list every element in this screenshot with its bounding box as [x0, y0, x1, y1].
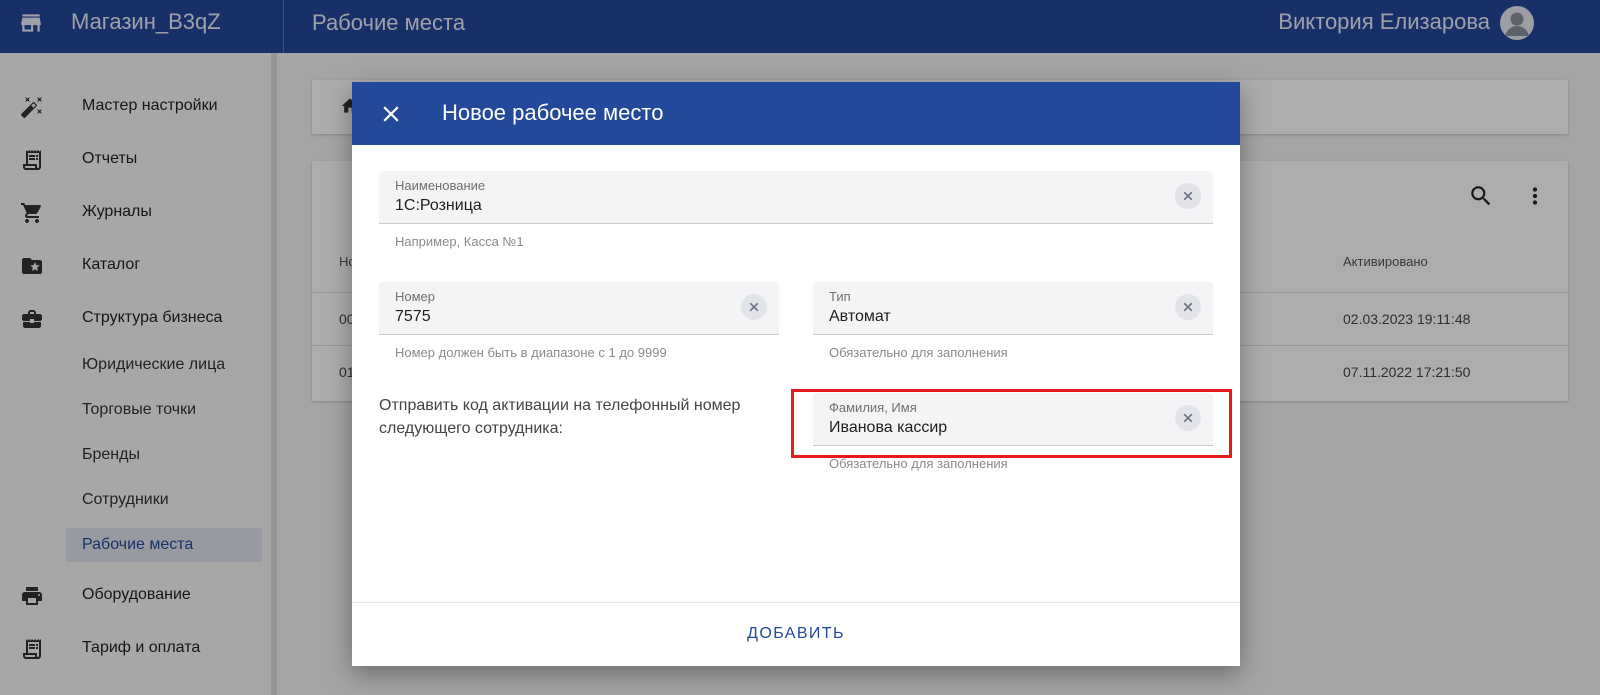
- clear-icon: [1183, 191, 1193, 201]
- type-field[interactable]: Тип: [813, 282, 1213, 335]
- type-field-hint: Обязательно для заполнения: [829, 345, 1008, 360]
- add-button[interactable]: ДОБАВИТЬ: [724, 625, 868, 649]
- type-input[interactable]: [829, 308, 1149, 326]
- new-workplace-dialog: Новое рабочее место Наименование Наприме…: [352, 82, 1240, 666]
- name-field-hint: Например, Касса №1: [395, 234, 524, 249]
- clear-name-button[interactable]: [1175, 183, 1201, 209]
- name-field-label: Наименование: [395, 178, 486, 193]
- dialog-title: Новое рабочее место: [442, 100, 664, 125]
- employee-field-hint: Обязательно для заполнения: [829, 456, 1008, 471]
- highlight-box: [791, 389, 1232, 458]
- dialog-footer: ДОБАВИТЬ: [352, 602, 1240, 666]
- clear-icon: [749, 302, 759, 312]
- name-field[interactable]: Наименование: [379, 171, 1213, 224]
- send-code-text: Отправить код активации на телефонный но…: [379, 397, 741, 437]
- clear-type-button[interactable]: [1175, 294, 1201, 320]
- number-field-hint: Номер должен быть в диапазоне с 1 до 999…: [395, 345, 667, 360]
- dialog-header: Новое рабочее место: [352, 82, 1240, 145]
- name-input[interactable]: [395, 197, 1063, 215]
- close-icon[interactable]: [378, 101, 404, 127]
- number-input[interactable]: [395, 308, 715, 326]
- clear-icon: [1183, 302, 1193, 312]
- clear-number-button[interactable]: [741, 294, 767, 320]
- number-field[interactable]: Номер: [379, 282, 779, 335]
- type-field-label: Тип: [829, 289, 851, 304]
- number-field-label: Номер: [395, 289, 436, 304]
